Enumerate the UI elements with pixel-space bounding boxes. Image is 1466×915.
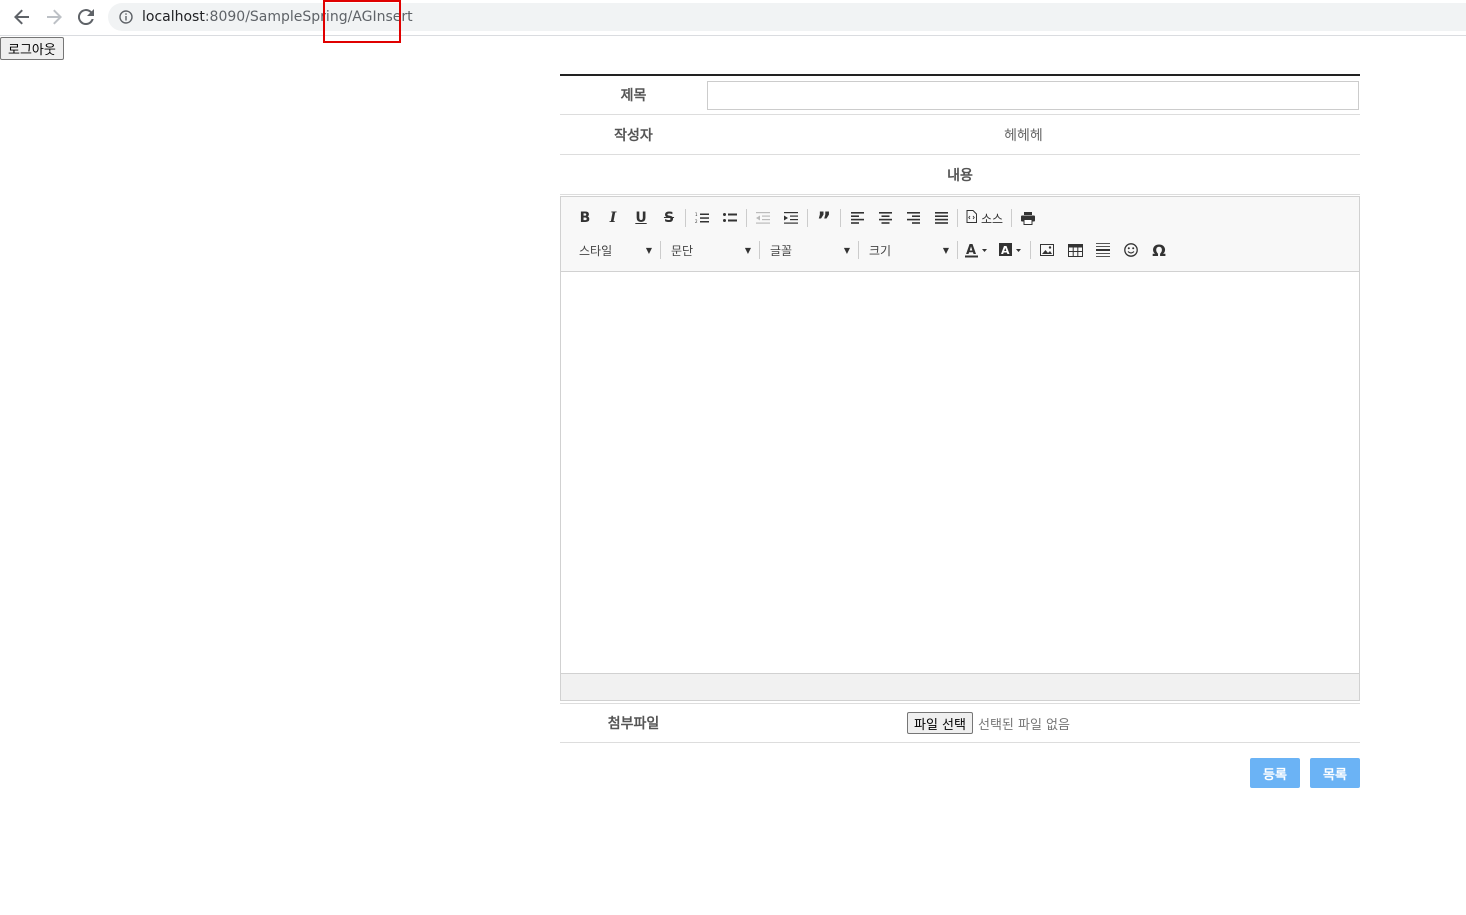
align-justify-icon[interactable] xyxy=(927,206,955,230)
reload-icon[interactable] xyxy=(74,6,98,28)
toolbar-divider xyxy=(1011,209,1013,227)
source-label: 소스 xyxy=(981,211,1004,226)
numbered-list-icon[interactable]: 12 xyxy=(688,206,716,230)
style-combo[interactable]: 스타일 ▼ xyxy=(571,238,658,262)
back-arrow-icon[interactable] xyxy=(10,6,34,28)
underline-button[interactable]: U xyxy=(627,206,655,230)
size-combo-label: 크기 xyxy=(869,243,892,258)
url-text[interactable]: localhost:8090/SampleSpring/AGInsert xyxy=(142,9,413,25)
logout-button[interactable]: 로그아웃 xyxy=(0,37,64,60)
size-combo[interactable]: 크기 ▼ xyxy=(861,238,955,262)
chevron-down-icon: ▼ xyxy=(744,245,751,255)
forward-arrow-icon[interactable] xyxy=(42,6,66,28)
font-combo-label: 글꼴 xyxy=(770,243,793,258)
strikethrough-button[interactable]: S xyxy=(655,206,683,230)
indent-icon[interactable] xyxy=(777,206,805,230)
toolbar-divider xyxy=(746,209,747,227)
content-row: 내용 xyxy=(560,155,1360,195)
omega-special-char-icon[interactable]: Ω xyxy=(1145,238,1173,262)
align-left-icon[interactable] xyxy=(843,206,871,230)
address-bar[interactable]: localhost:8090/SampleSpring/AGInsert xyxy=(108,3,1466,31)
toolbar-row-1: B I U S 12 ” 소스 xyxy=(571,205,1349,233)
writer-row: 작성자 헤헤헤 xyxy=(560,115,1360,155)
list-button[interactable]: 목록 xyxy=(1310,758,1360,788)
toolbar-divider xyxy=(957,209,958,227)
editor-status-bar xyxy=(561,673,1359,700)
svg-text:A: A xyxy=(1001,244,1010,257)
image-icon[interactable] xyxy=(1033,238,1061,262)
blockquote-icon[interactable]: ” xyxy=(810,206,838,233)
toolbar-divider xyxy=(1030,241,1031,259)
toolbar-divider xyxy=(858,241,859,259)
format-combo-label: 문단 xyxy=(671,243,694,258)
toolbar-divider xyxy=(957,241,958,259)
form-actions: 등록 목록 xyxy=(560,758,1360,788)
format-combo[interactable]: 문단 ▼ xyxy=(663,238,757,262)
writer-label: 작성자 xyxy=(614,127,653,144)
submit-button[interactable]: 등록 xyxy=(1250,758,1300,788)
url-host: localhost xyxy=(142,9,205,25)
writer-value: 헤헤헤 xyxy=(1004,127,1043,144)
info-icon[interactable] xyxy=(118,9,134,25)
font-combo[interactable]: 글꼴 ▼ xyxy=(762,238,856,262)
table-icon[interactable] xyxy=(1061,238,1089,262)
source-button[interactable]: 소스 xyxy=(960,206,1009,230)
svg-text:2: 2 xyxy=(695,219,698,224)
align-right-icon[interactable] xyxy=(899,206,927,230)
rich-text-editor: B I U S 12 ” 소스 스타일 ▼ 문단 ▼ 글꼴 ▼ 크기 ▼ A A… xyxy=(560,196,1360,701)
toolbar-divider xyxy=(840,209,841,227)
browser-toolbar: localhost:8090/SampleSpring/AGInsert xyxy=(0,0,1466,36)
toolbar-divider xyxy=(807,209,808,227)
chevron-down-icon: ▼ xyxy=(645,245,652,255)
horizontal-rule-icon[interactable] xyxy=(1089,238,1117,262)
toolbar-row-2: 스타일 ▼ 문단 ▼ 글꼴 ▼ 크기 ▼ A A Ω xyxy=(571,237,1349,263)
outdent-icon[interactable] xyxy=(749,206,777,230)
file-status-text: 선택된 파일 없음 xyxy=(977,717,1070,733)
title-row: 제목 xyxy=(560,74,1360,115)
text-color-icon[interactable]: A xyxy=(960,238,994,262)
background-color-icon[interactable]: A xyxy=(994,238,1028,262)
toolbar-divider xyxy=(660,241,661,259)
smiley-icon[interactable] xyxy=(1117,238,1145,262)
file-input: 파일 선택 선택된 파일 없음 xyxy=(707,712,1360,734)
align-center-icon[interactable] xyxy=(871,206,899,230)
write-form: 제목 작성자 헤헤헤 내용 B I U S 12 ” 소스 스타일 ▼ 문단 ▼… xyxy=(560,74,1360,788)
toolbar-divider xyxy=(759,241,760,259)
title-label: 제목 xyxy=(620,88,647,104)
toolbar-divider xyxy=(685,209,686,227)
chevron-down-icon: ▼ xyxy=(843,245,850,255)
chevron-down-icon: ▼ xyxy=(942,245,949,255)
bullet-list-icon[interactable] xyxy=(716,206,744,230)
editor-toolbar: B I U S 12 ” 소스 스타일 ▼ 문단 ▼ 글꼴 ▼ 크기 ▼ A A… xyxy=(561,197,1359,272)
title-input[interactable] xyxy=(707,80,1359,110)
attachment-label: 첨부파일 xyxy=(607,716,660,732)
italic-button[interactable]: I xyxy=(599,206,627,230)
print-icon[interactable] xyxy=(1014,206,1042,230)
style-combo-label: 스타일 xyxy=(579,243,613,258)
bold-button[interactable]: B xyxy=(571,206,599,230)
url-path: :8090/SampleSpring/AGInsert xyxy=(204,9,413,25)
content-label: 내용 xyxy=(947,167,973,184)
attachment-row: 첨부파일 파일 선택 선택된 파일 없음 xyxy=(560,703,1360,743)
editor-content-area[interactable] xyxy=(561,272,1359,673)
source-doc-icon xyxy=(966,210,977,226)
svg-text:1: 1 xyxy=(695,212,698,217)
choose-file-button[interactable]: 파일 선택 xyxy=(907,712,973,734)
